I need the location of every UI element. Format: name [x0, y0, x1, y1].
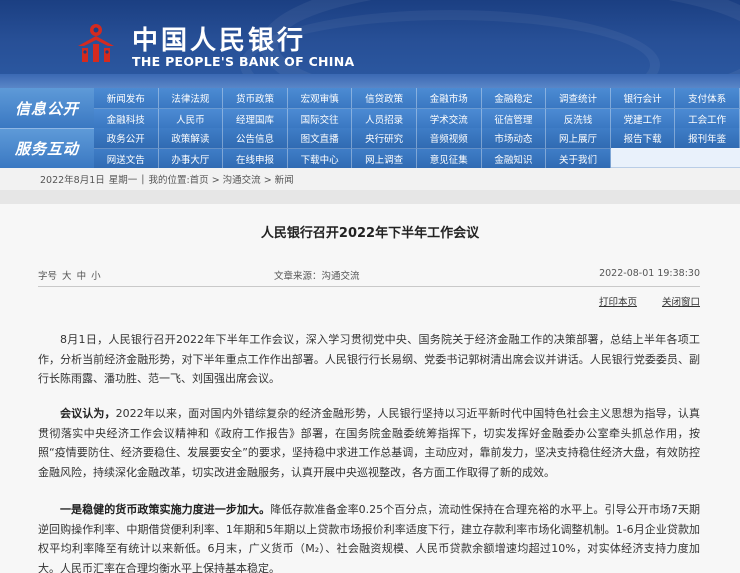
nav-empty-cell	[675, 148, 740, 168]
current-weekday: 星期一	[108, 175, 138, 186]
nav-item[interactable]: 反洗钱	[546, 108, 611, 128]
nav-item[interactable]: 报告下载	[610, 128, 676, 148]
nav-item[interactable]: 宏观审慎	[287, 88, 353, 108]
nav-item[interactable]: 在线申报	[223, 148, 288, 168]
article-meta: 字号 大 中 小 文章来源：沟通交流 2022-08-01 19:38:30	[38, 268, 700, 282]
nav-item[interactable]: 支付体系	[675, 88, 740, 108]
nav-item[interactable]: 金融稳定	[481, 88, 547, 108]
section-gap	[0, 190, 740, 204]
nav-item[interactable]: 网送文告	[94, 148, 159, 168]
nav-item[interactable]: 经理国库	[223, 108, 288, 128]
site-name-en[interactable]: THE PEOPLE'S BANK OF CHINA	[132, 54, 355, 69]
article-tools: 打印本页 关闭窗口	[577, 294, 700, 308]
font-size-small-link[interactable]: 小	[91, 271, 101, 282]
nav-section-service-interaction[interactable]: 服务互动	[0, 128, 94, 168]
nav-item[interactable]: 图文直播	[287, 128, 353, 148]
nav-item[interactable]: 工会工作	[675, 108, 740, 128]
nav-item[interactable]: 市场动态	[481, 128, 547, 148]
font-size-large-link[interactable]: 大	[62, 271, 72, 282]
meta-divider	[38, 286, 700, 287]
nav-item[interactable]: 办事大厅	[158, 148, 224, 168]
font-size-label: 字号	[38, 271, 58, 282]
nav-item[interactable]: 调查统计	[546, 88, 611, 108]
article: 人民银行召开2022年下半年工作会议 字号 大 中 小 文章来源：沟通交流 20…	[0, 204, 740, 573]
nav-item[interactable]: 下载中心	[287, 148, 353, 168]
current-date: 2022年8月1日	[40, 175, 105, 186]
nav-empty-cell	[610, 148, 676, 168]
banner-stripe	[0, 74, 740, 88]
nav-item[interactable]: 网上展厅	[546, 128, 611, 148]
paragraph-lead: 一是稳健的货币政策实施力度进一步加大。	[60, 503, 271, 516]
nav-item[interactable]: 政策解读	[158, 128, 224, 148]
nav-item[interactable]: 意见征集	[416, 148, 482, 168]
paragraph-lead: 会议认为，	[60, 407, 116, 420]
main-nav: 信息公开 服务互动 新闻发布 法律法规 货币政策 宏观审慎 信贷政策 金融市场 金融稳定 调查…	[0, 88, 740, 168]
nav-item[interactable]: 音频视频	[416, 128, 482, 148]
nav-item[interactable]: 央行研究	[352, 128, 417, 148]
nav-item[interactable]: 人员招录	[352, 108, 417, 128]
nav-item[interactable]: 国际交往	[287, 108, 353, 128]
site-name-cn[interactable]: 中国人民银行	[132, 20, 306, 57]
article-title: 人民银行召开2022年下半年工作会议	[260, 226, 480, 241]
nav-item[interactable]: 党建工作	[610, 108, 676, 128]
nav-section-info-disclosure[interactable]: 信息公开	[0, 88, 94, 128]
page: 中国人民银行 THE PEOPLE'S BANK OF CHINA 信息公开 服…	[0, 0, 740, 573]
nav-item[interactable]: 人民币	[158, 108, 224, 128]
article-paragraph: 8月1日，人民银行召开2022年下半年工作会议，深入学习贯彻党中央、国务院关于经…	[38, 333, 700, 385]
nav-item[interactable]: 关于我们	[546, 148, 611, 168]
breadcrumb: 2022年8月1日 星期一 | 我的位置:首页 > 沟通交流 > 新闻	[0, 168, 740, 190]
nav-item[interactable]: 报刊年鉴	[675, 128, 740, 148]
paragraph-body: 2022年以来，面对国内外错综复杂的经济金融形势，人民银行坚持以习近平新时代中国…	[38, 407, 700, 479]
breadcrumb-separator: |	[141, 173, 145, 185]
article-datetime: 2022-08-01 19:38:30	[599, 268, 700, 279]
nav-item[interactable]: 货币政策	[223, 88, 288, 108]
nav-item[interactable]: 金融知识	[481, 148, 547, 168]
font-size-medium-link[interactable]: 中	[77, 271, 87, 282]
nav-item[interactable]: 法律法规	[158, 88, 224, 108]
article-source: 文章来源：沟通交流	[274, 271, 360, 282]
font-size-control: 字号 大 中 小	[38, 268, 101, 282]
breadcrumb-location[interactable]: 我的位置:首页 > 沟通交流 > 新闻	[148, 172, 293, 186]
nav-grid: 新闻发布 法律法规 货币政策 宏观审慎 信贷政策 金融市场 金融稳定 调查统计 银行会计 支付体系…	[94, 88, 740, 168]
nav-item[interactable]: 金融科技	[94, 108, 159, 128]
article-paragraph: 会议认为，2022年以来，面对国内外错综复杂的经济金融形势，人民银行坚持以习近平…	[38, 404, 700, 482]
nav-item[interactable]: 网上调查	[352, 148, 417, 168]
nav-item[interactable]: 学术交流	[416, 108, 482, 128]
nav-item[interactable]: 信贷政策	[352, 88, 417, 108]
site-header: 中国人民银行 THE PEOPLE'S BANK OF CHINA	[0, 0, 740, 88]
article-paragraph: 一是稳健的货币政策实施力度进一步加大。降低存款准备金率0.25个百分点，流动性保…	[38, 500, 700, 573]
nav-item[interactable]: 征信管理	[481, 108, 547, 128]
nav-item[interactable]: 公告信息	[223, 128, 288, 148]
pboc-logo-icon[interactable]	[74, 22, 118, 66]
nav-item[interactable]: 新闻发布	[94, 88, 159, 108]
print-page-link[interactable]: 打印本页	[599, 297, 637, 308]
nav-item[interactable]: 银行会计	[610, 88, 676, 108]
nav-item[interactable]: 政务公开	[94, 128, 159, 148]
close-window-link[interactable]: 关闭窗口	[662, 297, 700, 308]
nav-item[interactable]: 金融市场	[416, 88, 482, 108]
